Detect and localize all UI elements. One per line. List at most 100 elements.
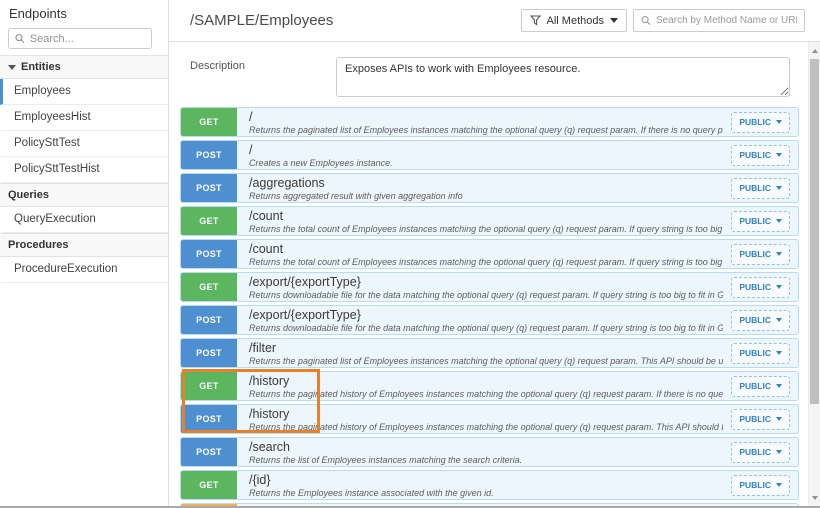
- endpoint-row[interactable]: POST /export/{exportType} Returns downlo…: [180, 305, 799, 335]
- filter-funnel-icon: [530, 15, 541, 26]
- endpoint-info: /filter Returns the paginated list of Em…: [237, 339, 731, 367]
- caret-down-icon: [776, 186, 782, 190]
- sidebar-section-header[interactable]: Entities: [0, 55, 168, 79]
- caret-down-icon: [776, 252, 782, 256]
- endpoint-row[interactable]: POST /aggregations Returns aggregated re…: [180, 173, 799, 203]
- endpoint-description: Returns the list of Employees instances …: [249, 455, 723, 466]
- endpoint-path: /count: [249, 209, 723, 224]
- endpoint-description: Returns the paginated list of Employees …: [249, 356, 723, 367]
- endpoint-row[interactable]: POST /history Returns the paginated hist…: [180, 404, 799, 434]
- access-label: PUBLIC: [739, 414, 771, 424]
- endpoint-info: / Returns the paginated list of Employee…: [237, 108, 731, 136]
- access-label: PUBLIC: [739, 117, 771, 127]
- endpoint-path: /history: [249, 407, 723, 422]
- access-dropdown[interactable]: PUBLIC: [731, 178, 790, 199]
- access-dropdown[interactable]: PUBLIC: [731, 376, 790, 397]
- endpoint-path: /{id}: [249, 473, 723, 488]
- sidebar-search-input[interactable]: [30, 33, 145, 45]
- sidebar-section-header[interactable]: Queries: [0, 183, 168, 207]
- endpoint-info: / Creates a new Employees instance.: [237, 141, 731, 169]
- endpoint-row[interactable]: GET /history Returns the paginated histo…: [180, 371, 799, 401]
- sidebar-section-queries: Queries QueryExecution: [0, 183, 168, 233]
- sidebar-item-queryexecution[interactable]: QueryExecution: [0, 207, 168, 233]
- main-header: /SAMPLE/Employees All Methods: [169, 0, 820, 42]
- sidebar-item-policystttest[interactable]: PolicySttTest: [0, 131, 168, 157]
- method-badge: POST: [181, 240, 237, 268]
- endpoint-path: /: [249, 143, 723, 158]
- sidebar-item-policystttesthist[interactable]: PolicySttTestHist: [0, 157, 168, 183]
- method-badge: POST: [181, 141, 237, 169]
- caret-down-icon: [776, 285, 782, 289]
- caret-down-icon: [776, 351, 782, 355]
- method-badge: GET: [181, 372, 237, 400]
- method-search-input[interactable]: [656, 15, 797, 26]
- access-label: PUBLIC: [739, 315, 771, 325]
- method-badge: POST: [181, 306, 237, 334]
- access-dropdown[interactable]: PUBLIC: [731, 277, 790, 298]
- endpoint-description: Creates a new Employees instance.: [249, 158, 723, 169]
- caret-down-icon: [776, 450, 782, 454]
- endpoint-row[interactable]: GET /{id} Returns the Employees instance…: [180, 470, 799, 500]
- endpoint-info: /count Returns the total count of Employ…: [237, 240, 731, 268]
- endpoint-description: Returns the total count of Employees ins…: [249, 257, 723, 268]
- endpoint-row[interactable]: POST /search Returns the list of Employe…: [180, 437, 799, 467]
- endpoint-description: Returns the Employees instance associate…: [249, 488, 723, 499]
- sidebar-section-header[interactable]: Procedures: [0, 233, 168, 257]
- main-panel: /SAMPLE/Employees All Methods Descriptio…: [169, 0, 820, 506]
- scroll-up-arrow[interactable]: [809, 44, 820, 57]
- method-search[interactable]: [633, 9, 805, 32]
- sidebar-section-procedures: Procedures ProcedureExecution: [0, 233, 168, 283]
- access-label: PUBLIC: [739, 381, 771, 391]
- sidebar-title: Endpoints: [0, 0, 168, 26]
- endpoint-row[interactable]: POST /count Returns the total count of E…: [180, 239, 799, 269]
- endpoint-description: Returns the paginated history of Employe…: [249, 389, 723, 400]
- access-dropdown[interactable]: PUBLIC: [731, 442, 790, 463]
- method-badge: GET: [181, 207, 237, 235]
- search-icon: [15, 33, 25, 44]
- vertical-scrollbar[interactable]: [808, 42, 820, 506]
- access-dropdown[interactable]: PUBLIC: [731, 475, 790, 496]
- access-dropdown[interactable]: PUBLIC: [731, 211, 790, 232]
- caret-down-icon: [610, 18, 618, 23]
- endpoint-list: GET / Returns the paginated list of Empl…: [180, 107, 799, 506]
- endpoint-path: /filter: [249, 341, 723, 356]
- access-label: PUBLIC: [739, 282, 771, 292]
- endpoint-row[interactable]: GET /count Returns the total count of Em…: [180, 206, 799, 236]
- sidebar-search[interactable]: [8, 28, 152, 49]
- sidebar-item-employeeshist[interactable]: EmployeesHist: [0, 105, 168, 131]
- description-textarea[interactable]: Exposes APIs to work with Employees reso…: [336, 57, 790, 97]
- search-icon: [641, 15, 651, 26]
- endpoint-row[interactable]: POST / Creates a new Employees instance.…: [180, 140, 799, 170]
- sidebar-section-label: Queries: [8, 189, 49, 201]
- endpoint-path: /history: [249, 374, 723, 389]
- method-badge: POST: [181, 174, 237, 202]
- sidebar-section-label: Entities: [21, 61, 61, 73]
- method-filter-dropdown[interactable]: All Methods: [521, 9, 627, 32]
- endpoint-row[interactable]: GET /export/{exportType} Returns downloa…: [180, 272, 799, 302]
- scrollbar-thumb[interactable]: [810, 59, 819, 404]
- method-filter-label: All Methods: [547, 15, 604, 27]
- access-label: PUBLIC: [739, 447, 771, 457]
- access-dropdown[interactable]: PUBLIC: [731, 343, 790, 364]
- access-dropdown[interactable]: PUBLIC: [731, 145, 790, 166]
- endpoint-info: /search Returns the list of Employees in…: [237, 438, 731, 466]
- access-label: PUBLIC: [739, 249, 771, 259]
- access-dropdown[interactable]: PUBLIC: [731, 244, 790, 265]
- scroll-down-arrow[interactable]: [809, 491, 820, 504]
- sidebar-section-entities: Entities Employees EmployeesHist PolicyS…: [0, 55, 168, 183]
- access-label: PUBLIC: [739, 480, 771, 490]
- sidebar-item-procedureexecution[interactable]: ProcedureExecution: [0, 257, 168, 283]
- endpoint-description: Returns downloadable file for the data m…: [249, 290, 723, 301]
- endpoint-row[interactable]: POST /filter Returns the paginated list …: [180, 338, 799, 368]
- endpoint-row[interactable]: GET / Returns the paginated list of Empl…: [180, 107, 799, 137]
- method-badge: POST: [181, 339, 237, 367]
- endpoint-row[interactable]: PUT: [180, 503, 799, 506]
- method-badge: PUT: [181, 504, 237, 506]
- access-dropdown[interactable]: PUBLIC: [731, 310, 790, 331]
- access-dropdown[interactable]: PUBLIC: [731, 112, 790, 133]
- access-dropdown[interactable]: PUBLIC: [731, 409, 790, 430]
- endpoint-info: /history Returns the paginated history o…: [237, 405, 731, 433]
- sidebar-item-employees[interactable]: Employees: [0, 79, 168, 105]
- endpoints-sidebar: Endpoints Entities Employees EmployeesHi…: [0, 0, 169, 506]
- endpoint-info: /aggregations Returns aggregated result …: [237, 174, 731, 202]
